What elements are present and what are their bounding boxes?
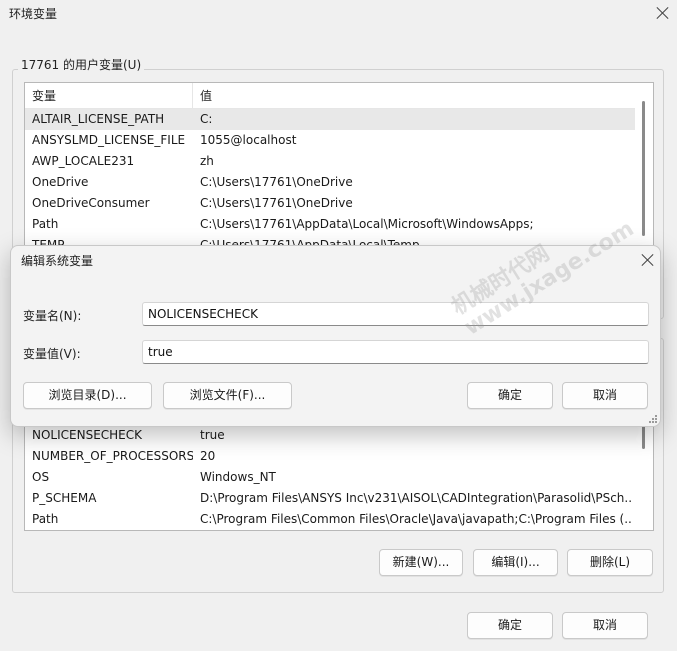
column-header-variable[interactable]: 变量 <box>25 83 193 109</box>
user-vars-group-label: 17761 的用户变量(U) <box>18 56 145 73</box>
variable-value-label: 变量值(V): <box>23 347 81 361</box>
dialog-close-icon[interactable] <box>641 253 655 267</box>
system-var-name: Path <box>32 512 59 526</box>
system-var-name: NOLICENSECHECK <box>32 428 143 442</box>
system-var-row[interactable]: Path C:\Program Files\Common Files\Oracl… <box>25 509 653 530</box>
user-var-row[interactable]: AWP_LOCALE231 zh <box>25 151 653 172</box>
user-var-name: ALTAIR_LICENSE_PATH <box>32 112 165 126</box>
variable-name-input[interactable]: NOLICENSECHECK <box>142 302 649 326</box>
user-var-name: Path <box>32 217 59 231</box>
user-vars-scrollbar[interactable] <box>635 83 653 246</box>
user-var-value: zh <box>200 154 214 168</box>
user-vars-list-header: 变量 值 <box>25 83 653 109</box>
system-var-row[interactable]: NUMBER_OF_PROCESSORS 20 <box>25 446 653 467</box>
user-var-row[interactable]: ALTAIR_LICENSE_PATH C: <box>25 109 653 130</box>
system-var-value: 20 <box>200 449 216 463</box>
cancel-button[interactable]: 取消 <box>562 612 648 639</box>
user-var-name: OneDriveConsumer <box>32 196 150 210</box>
dialog-cancel-button[interactable]: 取消 <box>562 382 648 409</box>
variable-name-label: 变量名(N): <box>23 309 82 323</box>
system-var-row[interactable]: P_SCHEMA D:\Program Files\ANSYS Inc\v231… <box>25 488 653 509</box>
edit-variable-button[interactable]: 编辑(I)... <box>473 549 558 576</box>
delete-variable-button[interactable]: 删除(L) <box>567 549 653 576</box>
system-var-row[interactable]: OS Windows_NT <box>25 467 653 488</box>
user-var-name: AWP_LOCALE231 <box>32 154 135 168</box>
system-var-row[interactable]: NOLICENSECHECK true <box>25 425 653 446</box>
user-var-value: C: <box>200 112 213 126</box>
user-var-row[interactable]: ANSYSLMD_LICENSE_FILE 1055@localhost <box>25 130 653 151</box>
system-vars-scroll-thumb[interactable] <box>642 425 645 449</box>
system-vars-scrollbar[interactable] <box>635 421 653 530</box>
system-var-value: C:\Program Files\Common Files\Oracle\Jav… <box>200 512 633 526</box>
user-var-value: C:\Users\17761\OneDrive <box>200 175 353 189</box>
browse-directory-button[interactable]: 浏览目录(D)... <box>23 382 152 409</box>
column-header-value[interactable]: 值 <box>193 83 633 109</box>
system-var-value: D:\Program Files\ANSYS Inc\v231\AISOL\CA… <box>200 491 633 505</box>
user-var-value: C:\Users\17761\OneDrive <box>200 196 353 210</box>
user-vars-list[interactable]: 变量 值 ALTAIR_LICENSE_PATH C: ANSYSLMD_LIC… <box>24 82 654 247</box>
system-vars-list[interactable]: NOLICENSECHECK true NUMBER_OF_PROCESSORS… <box>24 420 654 531</box>
user-vars-scroll-thumb[interactable] <box>642 101 645 236</box>
system-var-name: OS <box>32 470 50 484</box>
system-var-value: Windows_NT <box>200 470 276 484</box>
user-var-name: ANSYSLMD_LICENSE_FILE <box>32 133 186 147</box>
system-var-name: NUMBER_OF_PROCESSORS <box>32 449 193 463</box>
user-var-name: OneDrive <box>32 175 89 189</box>
user-var-row[interactable]: OneDriveConsumer C:\Users\17761\OneDrive <box>25 193 653 214</box>
system-var-value: true <box>200 428 225 442</box>
resize-grip-icon[interactable] <box>649 415 659 425</box>
dialog-ok-button[interactable]: 确定 <box>467 382 553 409</box>
new-variable-button[interactable]: 新建(W)... <box>379 549 463 576</box>
window-title: 环境变量 <box>9 7 58 21</box>
user-var-row[interactable]: OneDrive C:\Users\17761\OneDrive <box>25 172 653 193</box>
dialog-title: 编辑系统变量 <box>21 254 94 268</box>
window-close-icon[interactable] <box>656 6 670 20</box>
user-var-value: 1055@localhost <box>200 133 297 147</box>
variable-value-input[interactable]: true <box>142 340 649 364</box>
ok-button[interactable]: 确定 <box>467 612 553 639</box>
browse-file-button[interactable]: 浏览文件(F)... <box>163 382 292 409</box>
system-var-name: P_SCHEMA <box>32 491 97 505</box>
